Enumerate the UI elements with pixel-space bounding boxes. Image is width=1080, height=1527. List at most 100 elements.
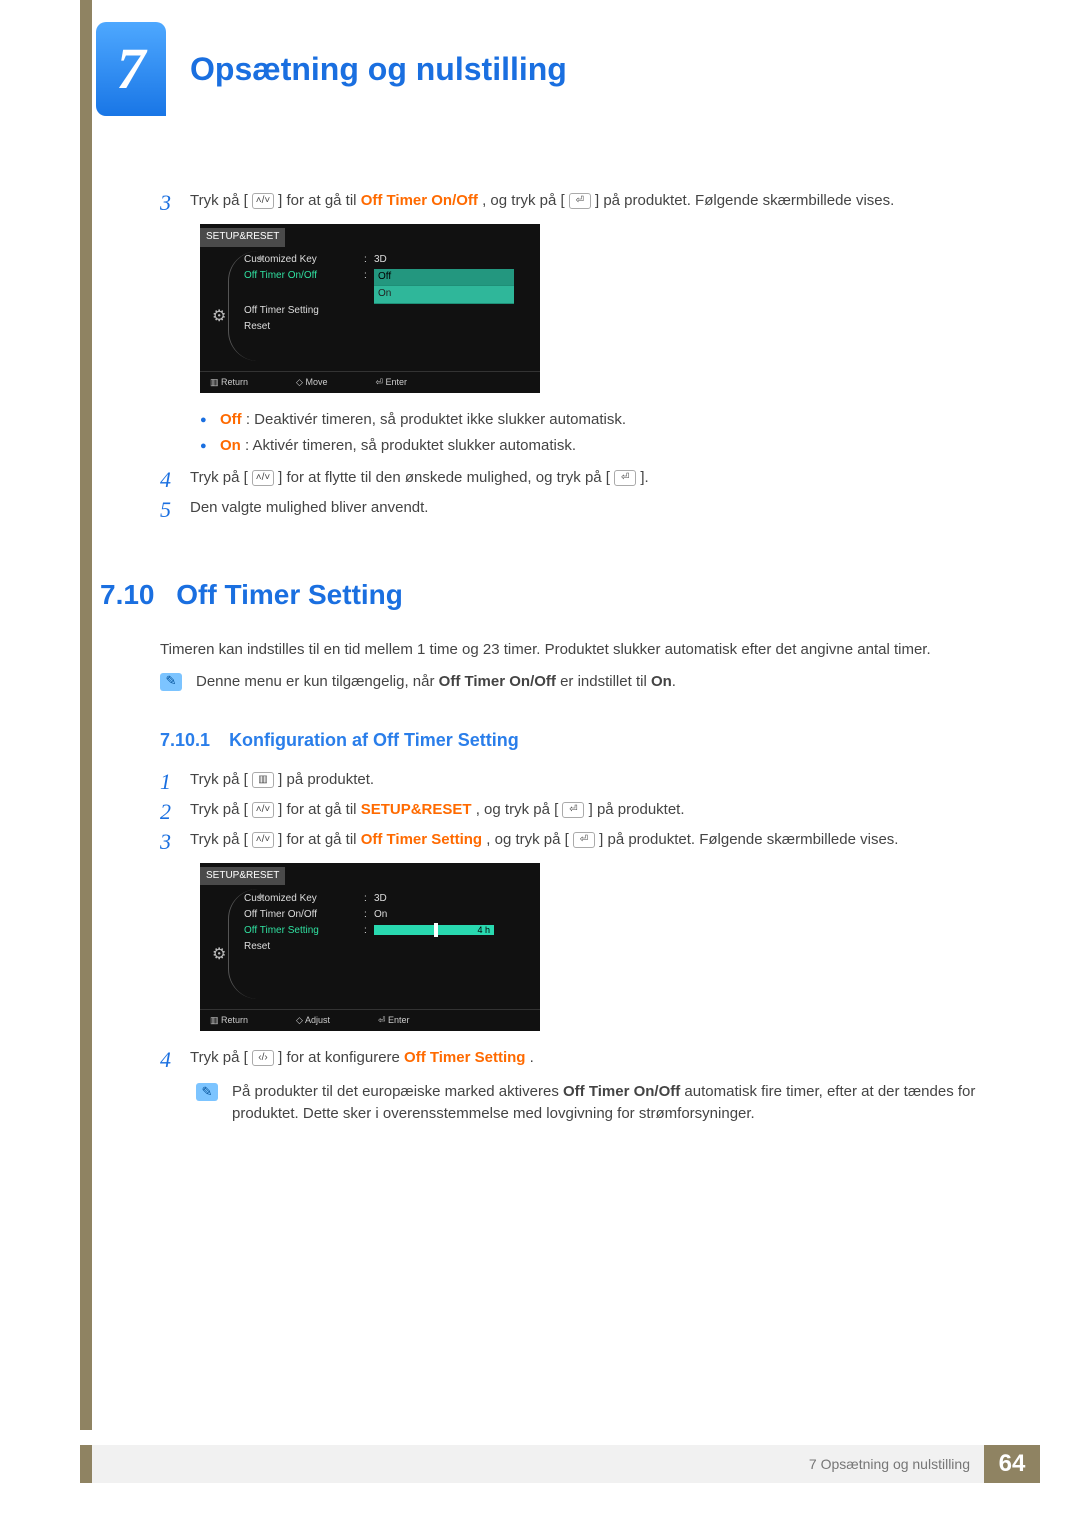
t: ] for at konfigurere <box>278 1049 404 1066</box>
t: ] for at gå til <box>278 192 361 209</box>
page: 7 Opsætning og nulstilling 3 Tryk på [ ˄… <box>0 0 1080 1527</box>
subsection-title: Konfiguration af Off Timer Setting <box>229 730 519 750</box>
osd-row: Customized Key : 3D <box>244 253 530 269</box>
t: Tryk på [ <box>190 469 248 486</box>
side-accent-stripe <box>80 0 92 1430</box>
step-text: Den valgte mulighed bliver anvendt. <box>190 497 990 519</box>
section-number: 7.10 <box>100 579 155 610</box>
t: ] på produktet. <box>589 801 685 818</box>
bullet-text: On : Aktivér timeren, så produktet slukk… <box>220 435 576 457</box>
osd-nav-enter: ⏎ Enter <box>375 376 407 389</box>
note-text: Denne menu er kun tilgængelig, når Off T… <box>196 671 676 693</box>
highlight: SETUP&RESET <box>361 801 472 818</box>
step-number: 3 <box>160 190 190 214</box>
step-number: 5 <box>160 497 190 521</box>
enter-key-icon: ⏎ <box>614 470 636 486</box>
content-area: 3 Tryk på [ ˄/˅ ] for at gå til Off Time… <box>160 190 990 1131</box>
note-icon: ✎ <box>160 673 182 691</box>
colon: : <box>364 253 374 268</box>
bold: On <box>651 673 672 690</box>
enter-key-icon: ⏎ <box>569 193 591 209</box>
osd-dropdown-option: Off <box>374 269 514 287</box>
osd-title: SETUP&RESET <box>200 867 285 886</box>
osd-arc-decoration <box>228 251 259 361</box>
step-2b: 2 Tryk på [ ˄/˅ ] for at gå til SETUP&RE… <box>160 799 990 823</box>
gear-icon: ⚙ <box>212 943 226 966</box>
osd-nav: ▥ Return ◇ Adjust ⏎ Enter <box>200 1009 540 1031</box>
osd-row-label: Reset <box>244 320 364 335</box>
osd-dropdown-option: On <box>374 286 514 304</box>
t: ] på produktet. Følgende skærmbillede vi… <box>599 831 898 848</box>
highlight: On <box>220 437 241 454</box>
colon: : <box>364 924 374 939</box>
step-text: Tryk på [ ˄/˅ ] for at flytte til den øn… <box>190 467 990 489</box>
osd-nav-return: ▥ Return <box>210 1014 248 1027</box>
footer-bar: 7 Opsætning og nulstilling <box>80 1445 984 1483</box>
osd-row-value: On <box>374 908 530 923</box>
step-text: Tryk på [ ˄/˅ ] for at gå til Off Timer … <box>190 829 990 851</box>
osd-panel: SETUP&RESET ⚙ ▲ Customized Key : 3D Off … <box>200 863 540 1032</box>
osd-nav-return: ▥ Return <box>210 376 248 389</box>
info-note: ✎ Denne menu er kun tilgængelig, når Off… <box>160 671 990 693</box>
t: : Aktivér timeren, så produktet slukker … <box>245 437 576 454</box>
osd-nav-move: ◇ Move <box>296 376 327 389</box>
osd-panel: SETUP&RESET ⚙ ▲ Customized Key : 3D Off … <box>200 224 540 393</box>
subsection-heading: 7.10.1 Konfiguration af Off Timer Settin… <box>160 727 990 753</box>
step-1b: 1 Tryk på [ ▥ ] på produktet. <box>160 769 990 793</box>
t: : Deaktivér timeren, så produktet ikke s… <box>246 411 626 428</box>
osd-row: Off Timer On/Off : On <box>244 907 530 923</box>
bullet-item: ● Off : Deaktivér timeren, så produktet … <box>200 409 990 431</box>
bold: Off Timer On <box>439 673 530 690</box>
osd-row-value: 3D <box>374 253 530 268</box>
bullet-dot-icon: ● <box>200 435 220 457</box>
bullet-text: Off : Deaktivér timeren, så produktet ik… <box>220 409 626 431</box>
step-text: Tryk på [ ˄/˅ ] for at gå til SETUP&RESE… <box>190 799 990 821</box>
osd-nav-adjust: ◇ Adjust <box>296 1014 330 1027</box>
info-note: ✎ På produkter til det europæiske marked… <box>196 1081 990 1125</box>
section-heading: 7.10 Off Timer Setting <box>100 575 990 616</box>
leftright-key-icon: ‹/› <box>252 1050 274 1066</box>
t: ] på produktet. Følgende skærmbillede vi… <box>595 192 894 209</box>
step-5: 5 Den valgte mulighed bliver anvendt. <box>160 497 990 521</box>
step-text: Tryk på [ ‹/› ] for at konfigurere Off T… <box>190 1047 990 1069</box>
t: ]. <box>640 469 648 486</box>
highlight: Off <box>220 411 242 428</box>
osd-nav: ▥ Return ◇ Move ⏎ Enter <box>200 371 540 393</box>
bold: Off <box>659 1083 681 1100</box>
osd-row-active: Off Timer Setting : 4 h <box>244 923 530 939</box>
colon: : <box>364 908 374 923</box>
osd-row: Reset <box>244 939 530 955</box>
t: ] for at gå til <box>278 831 361 848</box>
t: Tryk på [ <box>190 801 248 818</box>
osd-row-label: Off Timer Setting <box>244 304 364 319</box>
page-number: 64 <box>984 1445 1040 1483</box>
t: Tryk på [ <box>190 771 252 788</box>
osd-arc-decoration <box>228 889 259 999</box>
updown-key-icon: ˄/˅ <box>252 193 274 209</box>
t: ] for at flytte til den ønskede mulighed… <box>278 469 610 486</box>
enter-key-icon: ⏎ <box>573 832 595 848</box>
osd-dropdown: Off On <box>374 269 514 304</box>
osd-row-label: Off Timer Setting <box>244 924 364 939</box>
osd-title: SETUP&RESET <box>200 228 285 247</box>
t: Denne menu er kun tilgængelig, når <box>196 673 439 690</box>
osd-row-value: 3D <box>374 892 530 907</box>
caret-up-icon: ▲ <box>256 251 265 264</box>
osd-row: Customized Key : 3D <box>244 891 530 907</box>
osd-rows: ⚙ ▲ Customized Key : 3D Off Timer On/Off… <box>210 891 530 1001</box>
step-number: 4 <box>160 1047 190 1071</box>
highlight: Off Timer Setting <box>404 1049 525 1066</box>
t: . <box>530 1049 534 1066</box>
t: Tryk på [ <box>190 1049 248 1066</box>
t: ] på produktet. <box>278 771 374 788</box>
osd-slider-thumb <box>434 923 438 937</box>
bold: Off <box>534 673 556 690</box>
step-text: Tryk på [ ˄/˅ ] for at gå til Off Timer … <box>190 190 990 212</box>
note-icon: ✎ <box>196 1083 218 1101</box>
enter-key-icon: ⏎ <box>562 802 584 818</box>
note-text: På produkter til det europæiske marked a… <box>232 1081 990 1125</box>
t: ] for at gå til <box>278 801 361 818</box>
footer-accent <box>80 1445 92 1483</box>
step-3b: 3 Tryk på [ ˄/˅ ] for at gå til Off Time… <box>160 829 990 853</box>
osd-nav-enter: ⏎ Enter <box>378 1014 410 1027</box>
